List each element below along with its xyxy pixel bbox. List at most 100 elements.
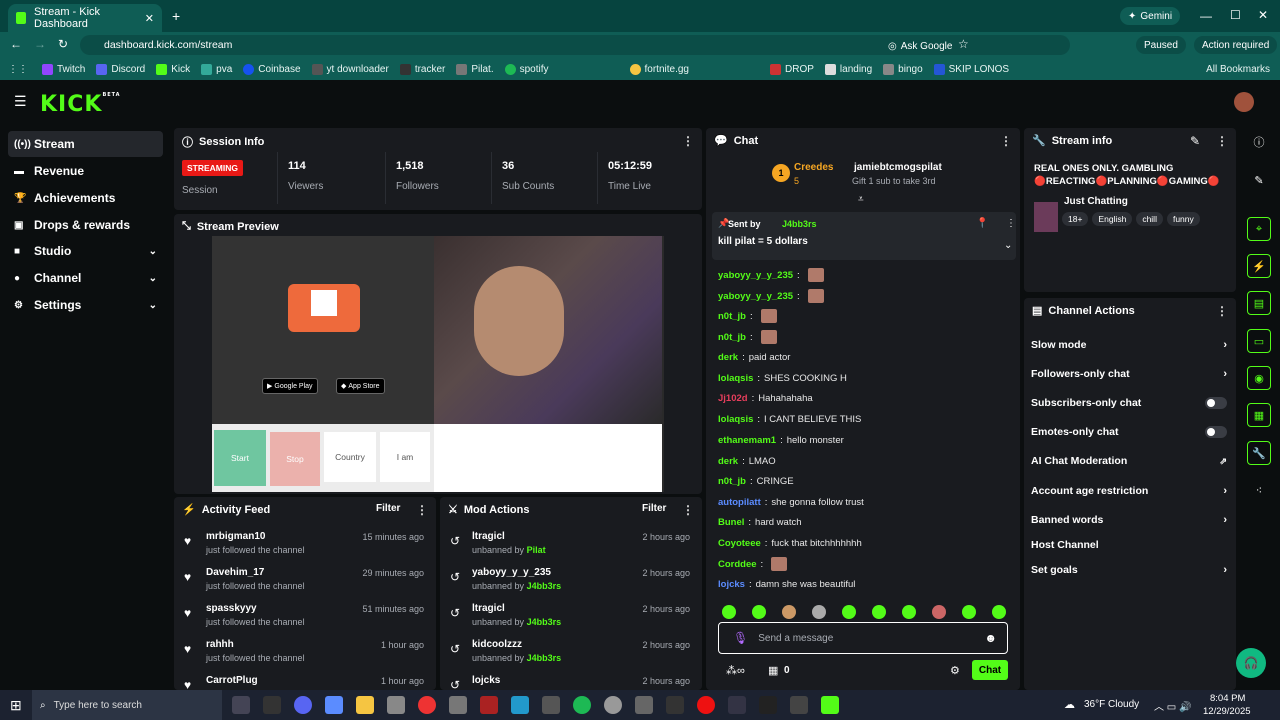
bookmark[interactable]: Pilat.: [456, 63, 494, 75]
country-button[interactable]: Country: [324, 432, 376, 482]
bookmark[interactable]: Kick: [156, 63, 190, 75]
action-slow-mode[interactable]: Slow mode ›: [1031, 336, 1227, 354]
weather-text[interactable]: 36°F Cloudy: [1084, 699, 1139, 710]
kick-logo[interactable]: KICKBETA: [40, 92, 121, 117]
more-options-icon[interactable]: ⋮: [416, 503, 428, 517]
more-options-icon[interactable]: ⋮: [1216, 304, 1228, 318]
action-account-age[interactable]: Account age restriction ›: [1031, 482, 1227, 500]
chrome-icon[interactable]: [418, 696, 436, 714]
opera-icon[interactable]: [697, 696, 715, 714]
new-tab-icon[interactable]: +: [172, 8, 180, 24]
bookmark[interactable]: yt downloader: [311, 63, 389, 75]
bookmark[interactable]: Twitch: [42, 63, 85, 75]
more-options-icon[interactable]: ⋮: [682, 134, 694, 148]
chevron-down-icon[interactable]: ⌄: [1004, 240, 1012, 251]
bookmark[interactable]: pva: [201, 63, 232, 75]
app-icon[interactable]: [604, 696, 622, 714]
emote-icon[interactable]: [812, 605, 826, 619]
action-banned-words[interactable]: Banned words ›: [1031, 511, 1227, 529]
clock-date[interactable]: 12/29/2025: [1203, 706, 1251, 717]
chat-username[interactable]: Bunel: [718, 517, 744, 528]
emote-icon[interactable]: [992, 605, 1006, 619]
back-icon[interactable]: ←: [10, 37, 22, 51]
browser-tab[interactable]: Stream - Kick Dashboard ✕: [8, 4, 162, 32]
app-icon[interactable]: [294, 696, 312, 714]
maximize-icon[interactable]: ☐: [1230, 8, 1241, 22]
chat-username[interactable]: derk: [718, 352, 738, 363]
document-rail-icon[interactable]: ▤: [1247, 291, 1271, 315]
settings-icon[interactable]: ⚙: [950, 664, 960, 677]
target-rail-icon[interactable]: ⌖: [1247, 217, 1271, 241]
gift-user[interactable]: jamiebtcmogspilat: [854, 162, 942, 173]
action-required-button[interactable]: Action required: [1194, 36, 1278, 54]
windows-start-icon[interactable]: ⊞: [10, 697, 22, 714]
bookmark[interactable]: DROP: [770, 63, 814, 75]
tray-icons[interactable]: ︿ ▭ 🔊: [1154, 698, 1191, 713]
terminal-icon[interactable]: [759, 696, 777, 714]
layout-rail-icon[interactable]: ▦: [1247, 403, 1271, 427]
app-icon[interactable]: [480, 696, 498, 714]
emote-icon[interactable]: [902, 605, 916, 619]
tag[interactable]: funny: [1166, 212, 1200, 226]
taskbar-search[interactable]: ⌕ Type here to search: [32, 690, 222, 720]
info-rail-icon[interactable]: ⓘ: [1247, 130, 1271, 154]
spotify-icon[interactable]: [573, 696, 591, 714]
top-gifter-name[interactable]: Creedes: [794, 162, 833, 173]
emotes-only-toggle[interactable]: [1205, 426, 1227, 438]
task-view-icon[interactable]: [232, 696, 250, 714]
app-icon[interactable]: [325, 696, 343, 714]
gemini-button[interactable]: ✦ Gemini: [1120, 7, 1181, 25]
emote-icon[interactable]: [932, 605, 946, 619]
emote-icon[interactable]: [842, 605, 856, 619]
emote-icon[interactable]: [722, 605, 736, 619]
ask-google-button[interactable]: ◎ Ask Google: [880, 37, 960, 55]
app-icon[interactable]: [542, 696, 560, 714]
gift-icon[interactable]: ▦: [768, 664, 778, 677]
preview-video[interactable]: ▶ Google Play ◆ App Store Start Stop Cou…: [212, 236, 664, 492]
kick-taskbar-icon[interactable]: [821, 696, 839, 714]
stop-button[interactable]: Stop: [270, 432, 320, 486]
chat-username[interactable]: Jj102d: [718, 393, 748, 404]
support-chat-button[interactable]: 🎧: [1236, 648, 1266, 678]
bookmark[interactable]: spotify: [504, 63, 549, 75]
iam-button[interactable]: I am: [380, 432, 430, 482]
all-bookmarks[interactable]: All Bookmarks: [1206, 64, 1270, 75]
bookmark[interactable]: bingo: [883, 63, 923, 75]
lightning-rail-icon[interactable]: ⚡: [1247, 254, 1271, 278]
app-icon[interactable]: [728, 696, 746, 714]
app-icon[interactable]: [511, 696, 529, 714]
action-ai-moderation[interactable]: AI Chat Moderation ⇗: [1031, 452, 1227, 470]
sidebar-item-revenue[interactable]: ▬ Revenue: [8, 158, 163, 184]
more-options-icon[interactable]: ⋮: [682, 503, 694, 517]
forward-icon[interactable]: →: [34, 37, 46, 51]
chat-username[interactable]: n0t_jb: [718, 332, 746, 343]
folder-icon[interactable]: [356, 696, 374, 714]
chat-username[interactable]: autopilatt: [718, 497, 761, 508]
subscribers-only-toggle[interactable]: [1205, 397, 1227, 409]
chat-username[interactable]: derk: [718, 456, 738, 467]
emote-icon[interactable]: [962, 605, 976, 619]
chat-username[interactable]: Coyoteee: [718, 538, 761, 549]
chat-rail-icon[interactable]: ▭: [1247, 329, 1271, 353]
reload-icon[interactable]: ↻: [58, 37, 68, 51]
chat-input[interactable]: 🎙 Send a message ☻: [718, 622, 1008, 654]
edit-rail-icon[interactable]: ✎: [1247, 168, 1271, 192]
app-icon[interactable]: [790, 696, 808, 714]
chat-username[interactable]: lojcks: [718, 579, 745, 590]
app-icon[interactable]: [666, 696, 684, 714]
chat-username[interactable]: n0t_jb: [718, 311, 746, 322]
bookmark[interactable]: Discord: [96, 63, 145, 75]
more-options-icon[interactable]: ⋮: [1000, 134, 1012, 148]
sidebar-item-settings[interactable]: ⚙ Settings ⌄: [8, 292, 163, 318]
send-chat-button[interactable]: Chat: [972, 660, 1008, 680]
app-icon[interactable]: [635, 696, 653, 714]
chat-username[interactable]: Corddee: [718, 559, 757, 570]
action-subscribers-only[interactable]: Subscribers-only chat: [1031, 394, 1227, 412]
hamburger-menu-icon[interactable]: ☰: [14, 93, 27, 110]
chat-username[interactable]: ethanemam1: [718, 435, 776, 446]
chat-username[interactable]: yaboyy_y_y_235: [718, 270, 793, 281]
broadcast-rail-icon[interactable]: ◉: [1247, 366, 1271, 390]
action-followers-only[interactable]: Followers-only chat ›: [1031, 365, 1227, 383]
apps-icon[interactable]: ⋮⋮: [8, 64, 28, 75]
chat-username[interactable]: lolaqsis: [718, 414, 753, 425]
